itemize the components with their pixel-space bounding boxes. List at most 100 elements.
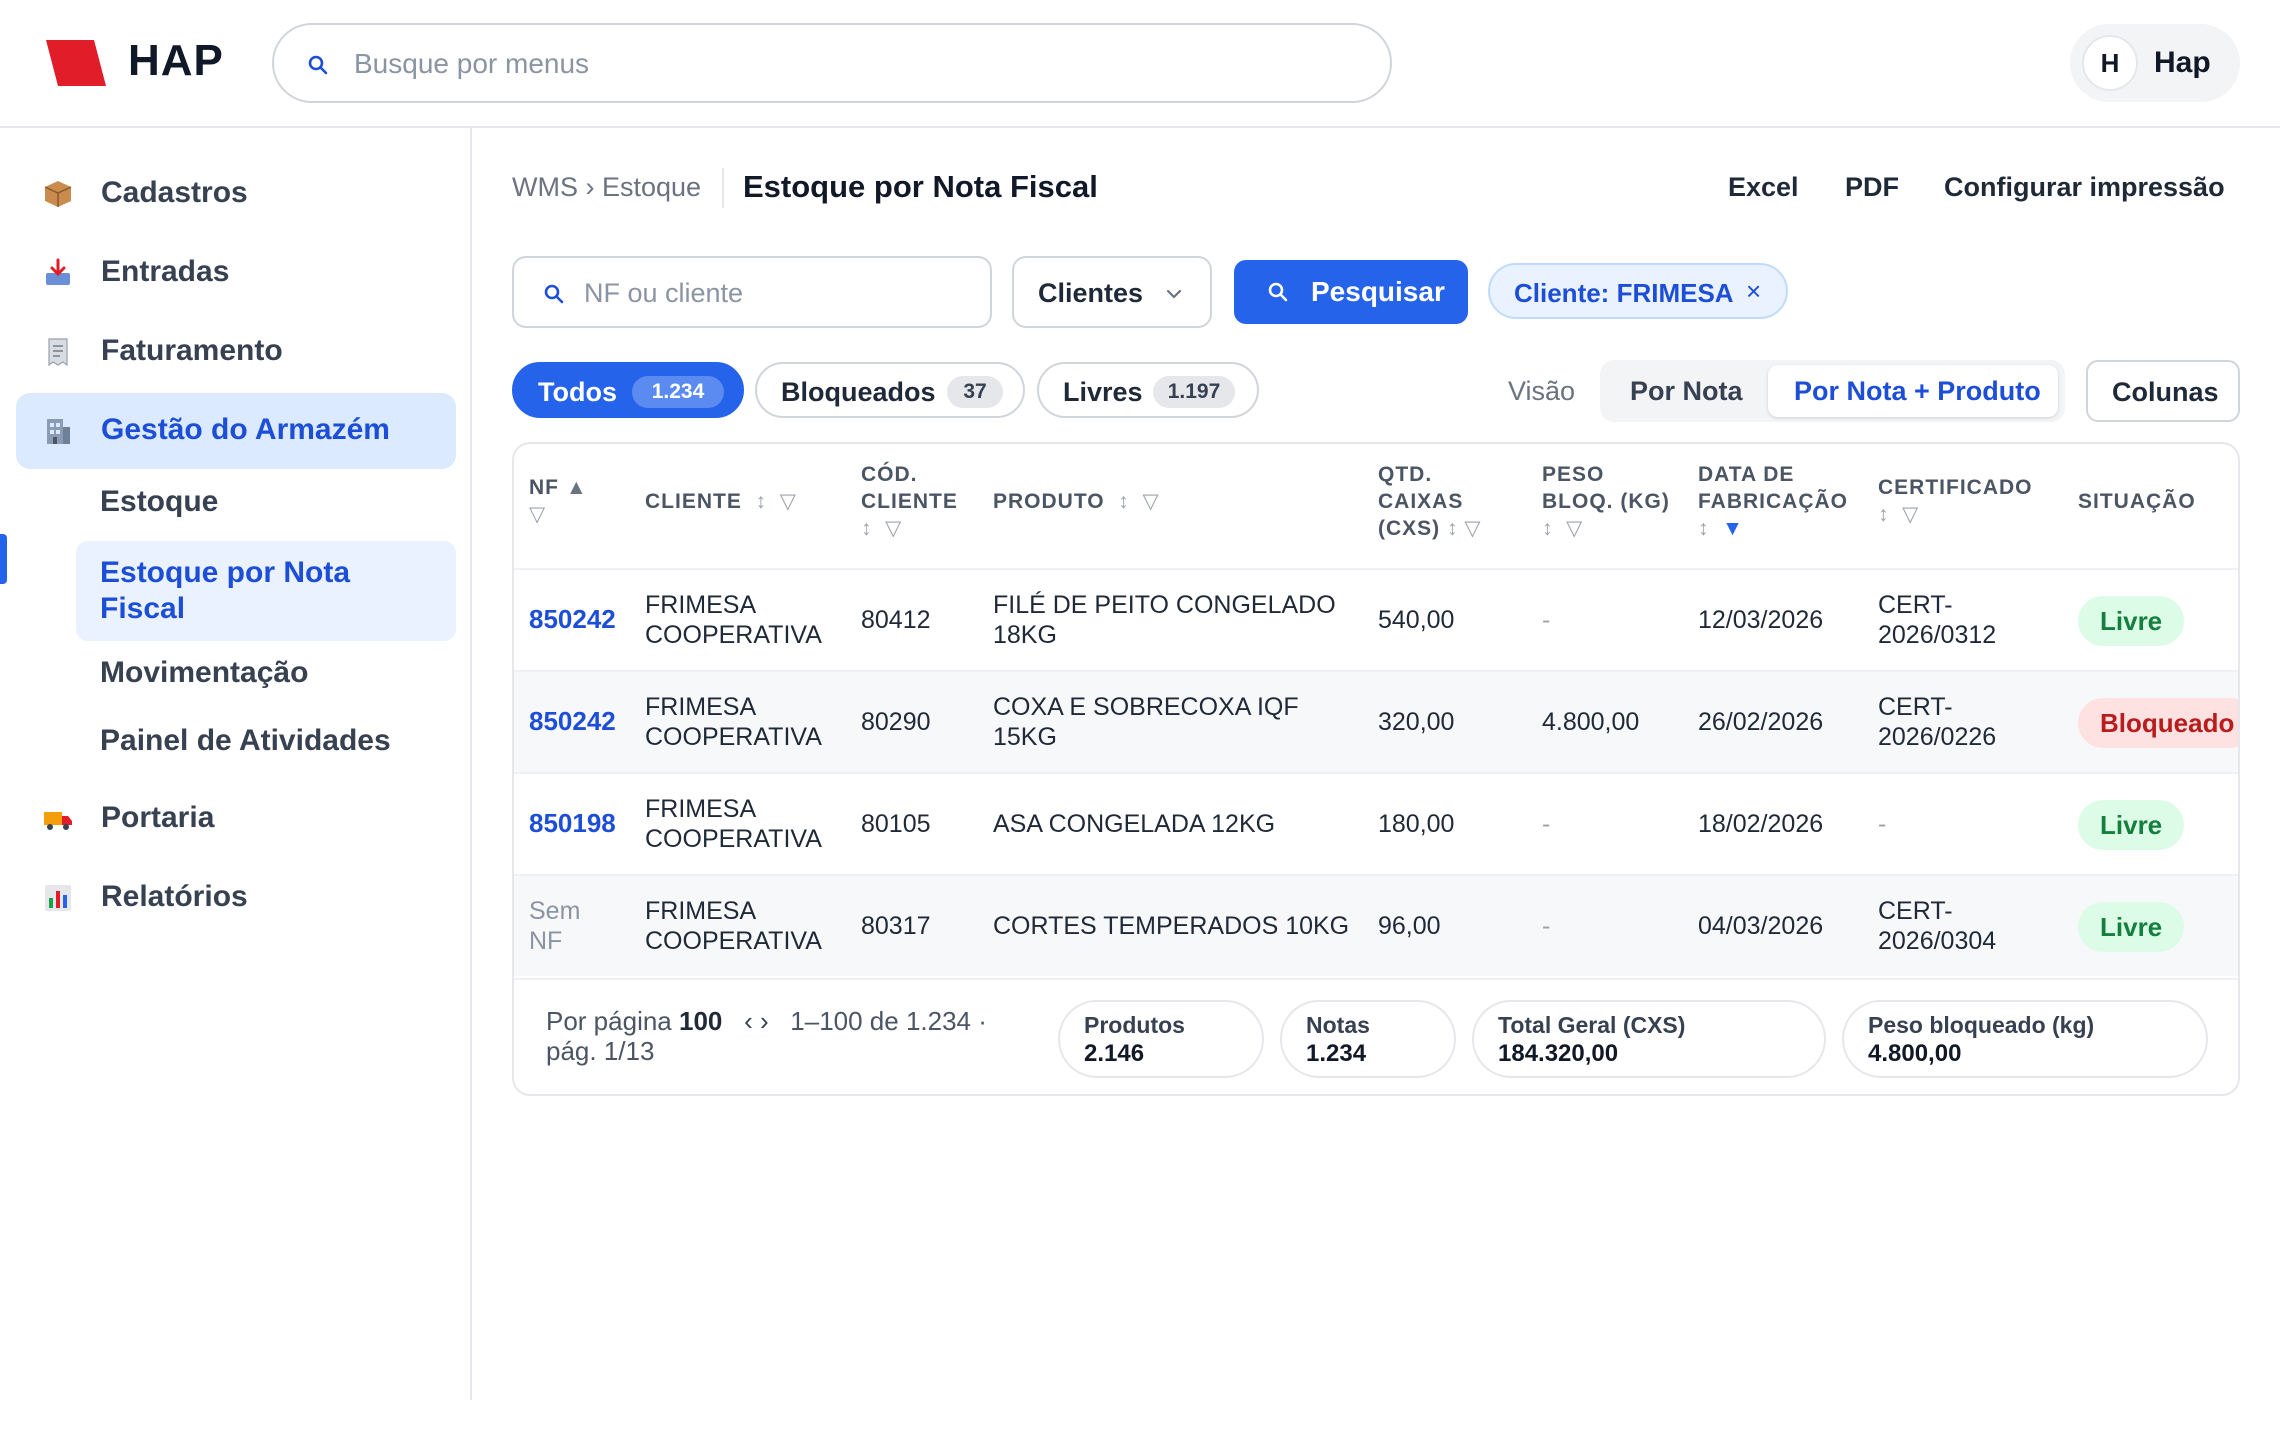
sort-asc-icon: ▲ bbox=[565, 476, 588, 499]
view-label: Visão bbox=[1508, 376, 1576, 406]
filter-icon: ▽ bbox=[1142, 490, 1159, 513]
cell-produto: COXA E SOBRECOXA IQF 15KG bbox=[993, 693, 1299, 751]
table-row[interactable]: 850242 FRIMESA COOPERATIVA 80290 COXA E … bbox=[514, 670, 2238, 772]
nf-link[interactable]: 850242 bbox=[529, 706, 616, 736]
stat-notas: Notas 1.234 bbox=[1280, 1000, 1456, 1078]
sidebar-item-faturamento[interactable]: Faturamento bbox=[16, 314, 456, 390]
global-search[interactable] bbox=[272, 23, 1392, 103]
sort-icon: ↕ bbox=[1447, 517, 1458, 540]
table-row[interactable]: 850242 FRIMESA COOPERATIVA 80412 FILÉ DE… bbox=[514, 568, 2238, 670]
brand-logo-icon[interactable] bbox=[40, 38, 108, 88]
search-icon bbox=[544, 284, 564, 304]
stat-peso-bloqueado: Peso bloqueado (kg) 4.800,00 bbox=[1842, 1000, 2208, 1078]
col-header-certificado[interactable]: CERTIFICADO ↕ ▽ bbox=[1878, 474, 2033, 528]
cell-data: 18/02/2026 bbox=[1698, 810, 1824, 838]
col-header-produto[interactable]: PRODUTO ↕ ▽ bbox=[993, 488, 1159, 515]
cell-produto: ASA CONGELADA 12KG bbox=[993, 810, 1276, 838]
cell-cliente: FRIMESA COOPERATIVA bbox=[645, 897, 822, 955]
stat-produtos: Produtos 2.146 bbox=[1058, 1000, 1264, 1078]
table-row[interactable]: 850198 FRIMESA COOPERATIVA 80105 ASA CON… bbox=[514, 772, 2238, 874]
breadcrumb[interactable]: WMS › Estoque bbox=[512, 172, 701, 203]
cell-qtd: 320,00 bbox=[1378, 708, 1455, 736]
sidebar-subitem-estoque-nota-fiscal[interactable]: Estoque por Nota Fiscal bbox=[76, 541, 456, 641]
col-header-situacao[interactable]: SITUAÇÃO bbox=[2078, 488, 2196, 515]
filter-active-icon: ▼ bbox=[1722, 517, 1743, 540]
col-header-cliente[interactable]: CLIENTE ↕ ▽ bbox=[645, 488, 796, 515]
view-option-por-nota-produto[interactable]: Por Nota + Produto bbox=[1768, 365, 2058, 417]
active-indicator bbox=[0, 534, 7, 584]
tab-bloqueados[interactable]: Bloqueados 37 bbox=[755, 362, 1025, 418]
tab-todos[interactable]: Todos 1.234 bbox=[512, 362, 744, 418]
cell-cod-cliente: 80290 bbox=[861, 708, 931, 736]
col-header-cod-cliente[interactable]: CÓD. CLIENTE ↕ ▽ bbox=[861, 461, 961, 542]
tab-livres[interactable]: Livres 1.197 bbox=[1037, 362, 1259, 418]
cell-cod-cliente: 80317 bbox=[861, 912, 931, 940]
cell-data: 04/03/2026 bbox=[1698, 912, 1824, 940]
sidebar-item-portaria[interactable]: Portaria bbox=[16, 781, 456, 857]
client-select-value: Clientes bbox=[1038, 278, 1144, 308]
count-badge: 1.234 bbox=[632, 376, 724, 408]
filter-icon: ▽ bbox=[885, 517, 902, 540]
cell-peso: - bbox=[1542, 606, 1551, 634]
close-icon[interactable]: × bbox=[1746, 276, 1761, 307]
sidebar-item-cadastros[interactable]: Cadastros bbox=[16, 156, 456, 232]
export-excel-button[interactable]: Excel bbox=[1728, 172, 1799, 203]
stock-table: NF ▲ ▽ CLIENTE ↕ ▽ CÓD. CLIENTE ↕ ▽ PROD… bbox=[512, 442, 2240, 1096]
pagination: Por página 100 ‹ › 1–100 de 1.234 · pág.… bbox=[546, 1006, 987, 1066]
nf-link[interactable]: 850242 bbox=[529, 604, 616, 634]
cell-certificado: CERT-2026/0226 bbox=[1878, 693, 1997, 751]
sidebar-item-label: Faturamento bbox=[101, 334, 283, 367]
global-search-input[interactable] bbox=[354, 39, 1354, 89]
cell-certificado: CERT-2026/0304 bbox=[1878, 897, 1997, 955]
sidebar-subitem-label: Estoque bbox=[100, 485, 219, 518]
col-header-nf[interactable]: NF ▲ ▽ bbox=[529, 474, 588, 528]
user-menu[interactable]: H Hap bbox=[2070, 24, 2240, 102]
status-badge: Livre bbox=[2078, 800, 2185, 850]
table-footer: Por página 100 ‹ › 1–100 de 1.234 · pág.… bbox=[514, 978, 2238, 1094]
building-icon bbox=[47, 419, 70, 444]
columns-button[interactable]: Colunas bbox=[2086, 360, 2240, 422]
print-settings-button[interactable]: Configurar impressão bbox=[1944, 172, 2225, 203]
table-row[interactable]: Sem NF FRIMESA COOPERATIVA 80317 CORTES … bbox=[514, 874, 2238, 976]
tab-label: Bloqueados bbox=[781, 377, 936, 407]
cell-qtd: 96,00 bbox=[1378, 912, 1441, 940]
avatar: H bbox=[2082, 35, 2138, 91]
sidebar-item-relatorios[interactable]: Relatórios bbox=[16, 860, 456, 936]
inbox-tray-icon bbox=[46, 258, 70, 285]
nf-search-input[interactable] bbox=[584, 272, 974, 314]
search-button[interactable]: Pesquisar bbox=[1234, 260, 1468, 324]
nf-link[interactable]: 850198 bbox=[529, 808, 616, 838]
cell-peso: - bbox=[1542, 810, 1551, 838]
client-select[interactable]: Clientes bbox=[1012, 256, 1212, 328]
cell-produto: FILÉ DE PEITO CONGELADO 18KG bbox=[993, 591, 1336, 649]
col-header-qtd-caixas[interactable]: QTD. CAIXAS (CXS) ↕ ▽ bbox=[1378, 461, 1518, 542]
truck-icon bbox=[44, 812, 72, 830]
user-name: Hap bbox=[2154, 46, 2211, 79]
sidebar-item-entradas[interactable]: Entradas bbox=[16, 235, 456, 311]
sort-icon: ↕ bbox=[1118, 490, 1129, 513]
sidebar-item-gestao-armazem[interactable]: Gestão do Armazém bbox=[16, 393, 456, 469]
cell-cliente: FRIMESA COOPERATIVA bbox=[645, 795, 822, 853]
cell-peso: - bbox=[1542, 912, 1551, 940]
view-option-por-nota[interactable]: Por Nota bbox=[1608, 365, 1764, 417]
sort-icon: ↕ bbox=[1542, 517, 1553, 540]
nf-search-field[interactable] bbox=[512, 256, 992, 328]
col-header-data-fabricacao[interactable]: DATA DE FABRICAÇÃO ↕ ▼ bbox=[1698, 461, 1858, 542]
brand-name[interactable]: HAP bbox=[128, 36, 224, 86]
cell-data: 26/02/2026 bbox=[1698, 708, 1824, 736]
sidebar-subitem-estoque[interactable]: Estoque bbox=[76, 475, 456, 531]
col-header-peso-bloq[interactable]: PESO BLOQ. (KG) ↕ ▽ bbox=[1542, 461, 1682, 542]
sidebar-item-label: Portaria bbox=[101, 801, 215, 834]
export-pdf-button[interactable]: PDF bbox=[1845, 172, 1899, 203]
sidebar-subitem-painel-atividades[interactable]: Painel de Atividades bbox=[76, 714, 456, 770]
per-page-select[interactable]: 100 bbox=[679, 1006, 722, 1036]
cell-qtd: 180,00 bbox=[1378, 810, 1455, 838]
sidebar-subitem-movimentacao[interactable]: Movimentação bbox=[76, 646, 456, 702]
filter-chip-label: Cliente: FRIMESA bbox=[1514, 278, 1734, 308]
page-nav-arrows[interactable]: ‹ › bbox=[744, 1006, 769, 1036]
sidebar-item-label: Entradas bbox=[101, 255, 230, 288]
bar-chart-icon bbox=[45, 885, 71, 911]
filter-icon: ▽ bbox=[779, 490, 796, 513]
cell-cliente: FRIMESA COOPERATIVA bbox=[645, 591, 822, 649]
cell-cod-cliente: 80412 bbox=[861, 606, 931, 634]
